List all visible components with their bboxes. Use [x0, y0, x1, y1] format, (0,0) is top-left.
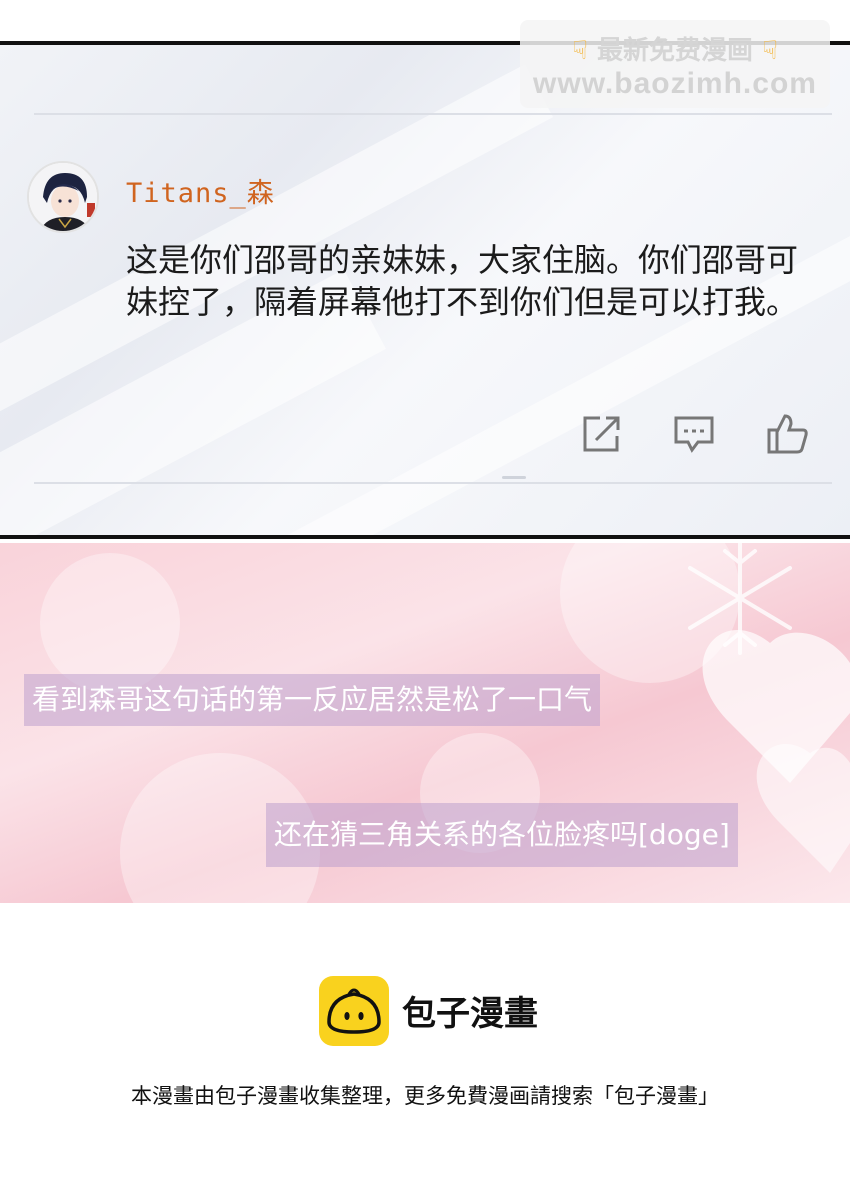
- baozi-face-icon: [327, 988, 381, 1034]
- pointing-down-hand-icon: ☟: [572, 36, 588, 66]
- like-icon[interactable]: [765, 412, 809, 456]
- caption-first: 看到森哥这句话的第一反应居然是松了一口气: [24, 674, 601, 726]
- watermark: ☟ 最新免费漫画 ☟ www.baozimh.com: [520, 20, 830, 108]
- reply-icon[interactable]: [672, 412, 716, 456]
- pink-caption-panel: 看到森哥这句话的第一反应居然是松了一口气 还在猜三角关系的各位脸疼吗[doge]: [0, 543, 850, 903]
- watermark-line1: ☟ 最新免费漫画 ☟: [520, 30, 830, 67]
- watermark-text: 最新免费漫画: [596, 36, 753, 66]
- bokeh-circle: [40, 553, 180, 693]
- footer-brand: 包子漫畫: [402, 994, 538, 1034]
- watermark-url: www.baozimh.com: [533, 67, 817, 100]
- comment-text: 这是你们邵哥的亲妹妹，大家住脑。你们邵哥可妹控了，隔着屏幕他打不到你们但是可以打…: [126, 241, 799, 321]
- scroll-hint: [502, 476, 526, 479]
- footer-note: 本漫畫由包子漫畫收集整理，更多免費漫画請搜索「包子漫畫」: [131, 1084, 719, 1108]
- username[interactable]: Titans_森: [126, 171, 275, 210]
- avatar-illustration: [29, 163, 97, 231]
- reply-icon-graphic: [674, 416, 714, 453]
- baozi-logo: [319, 976, 389, 1046]
- comment-panel: Titans_森 这是你们邵哥的亲妹妹，大家住脑。你们邵哥可妹控了，隔着屏幕他打…: [0, 41, 850, 539]
- top-divider: [34, 113, 832, 115]
- pointing-down-hand-icon: ☟: [762, 36, 778, 66]
- share-icon[interactable]: [580, 412, 624, 456]
- avatar[interactable]: [27, 161, 99, 233]
- like-icon-graphic: [767, 414, 808, 454]
- caption-second: 还在猜三角关系的各位脸疼吗[doge]: [266, 803, 738, 867]
- bottom-divider: [34, 482, 832, 484]
- share-icon-graphic: [583, 416, 620, 452]
